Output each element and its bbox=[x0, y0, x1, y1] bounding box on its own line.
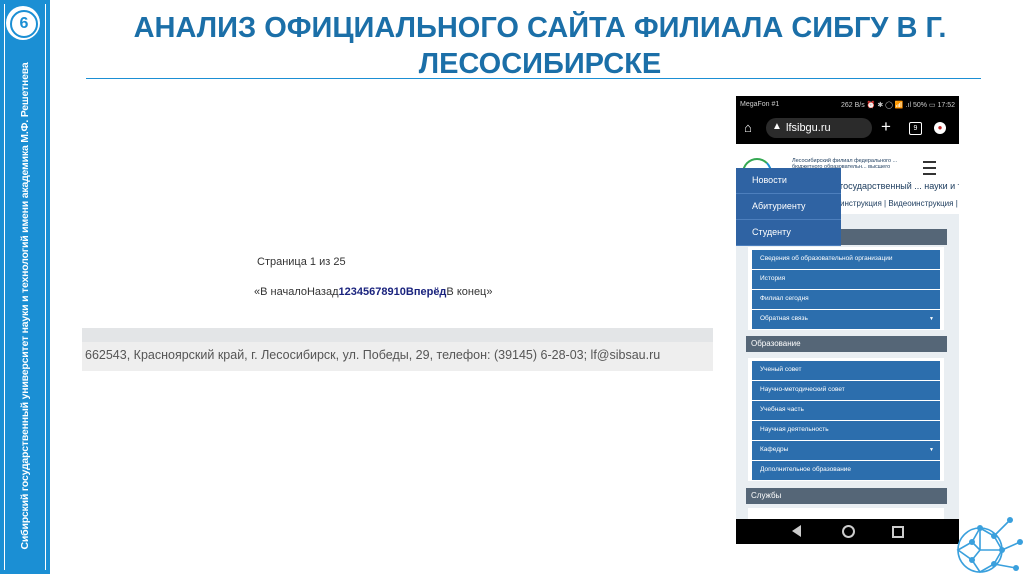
extension-icon[interactable]: ● bbox=[934, 122, 946, 134]
dropdown-item[interactable]: Абитуриенту bbox=[736, 194, 841, 220]
education-section-bar: Образование bbox=[746, 336, 947, 352]
menu-item[interactable]: Обратная связь ▼ bbox=[752, 310, 940, 329]
slide-title: АНАЛИЗ ОФИЦИАЛЬНОГО САЙТА ФИЛИАЛА СИБГУ … bbox=[133, 12, 947, 80]
status-indicators: 262 B/s ⏰ ✱ ◯ 📶 .ıl 50% ▭ 17:52 bbox=[840, 102, 955, 109]
warning-icon: ▲ bbox=[772, 121, 782, 132]
android-nav-bar bbox=[736, 519, 959, 544]
browser-toolbar: ⌂ ▲ lfsibgu.ru + 9 ● bbox=[736, 114, 959, 144]
menu-item[interactable]: Сведения об образовательной организации bbox=[752, 250, 940, 269]
dropdown-menu: Новости Абитуриенту Студенту bbox=[736, 168, 841, 246]
recent-apps-icon[interactable] bbox=[892, 526, 904, 538]
pager-close: » bbox=[486, 286, 493, 298]
menu-item-label: Научно-методический совет bbox=[760, 386, 845, 393]
caret-down-icon: ▼ bbox=[929, 447, 934, 453]
dropdown-item[interactable]: Новости bbox=[736, 168, 841, 194]
pager-first-link[interactable]: В начало bbox=[260, 286, 307, 298]
status-bar: MegaFon #1 262 B/s ⏰ ✱ ◯ 📶 .ıl 50% ▭ 17:… bbox=[736, 96, 959, 114]
menu-item[interactable]: Научно-методический совет bbox=[752, 381, 940, 400]
carrier-label: MegaFon #1 bbox=[740, 101, 780, 108]
menu-item[interactable]: Филиал сегодня bbox=[752, 290, 940, 309]
pager-pages: 12345678910 bbox=[339, 286, 406, 298]
network-decoration-icon bbox=[956, 517, 1023, 574]
education-menu: Ученый совет Научно-методический совет Уче… bbox=[748, 358, 944, 481]
pager-next-link[interactable]: Вперёд bbox=[406, 286, 447, 298]
pagination-info: Страница 1 из 25 bbox=[257, 256, 346, 268]
menu-item-label: История bbox=[760, 275, 786, 282]
menu-item[interactable]: Кафедры ▼ bbox=[752, 441, 940, 460]
phone-screenshot: MegaFon #1 262 B/s ⏰ ✱ ◯ 📶 .ıl 50% ▭ 17:… bbox=[736, 96, 959, 544]
menu-item-label: Ученый совет bbox=[760, 366, 802, 373]
site-footer: 662543, Красноярский край, г. Лесосибирс… bbox=[82, 328, 713, 371]
caret-down-icon: ▼ bbox=[929, 316, 934, 322]
menu-item-label: Филиал сегодня bbox=[760, 295, 809, 302]
menu-item-label: Научная деятельность bbox=[760, 426, 829, 433]
pager-page-link[interactable]: 10 bbox=[394, 286, 406, 298]
back-icon[interactable] bbox=[792, 525, 801, 537]
home-circle-icon[interactable] bbox=[842, 525, 855, 538]
title-divider bbox=[86, 78, 981, 79]
menu-item[interactable]: Учебная часть bbox=[752, 401, 940, 420]
university-name: Сибирский государственный университет на… bbox=[19, 62, 31, 550]
menu-item[interactable]: Ученый совет bbox=[752, 361, 940, 380]
dropdown-item[interactable]: Студенту bbox=[736, 220, 841, 246]
pager-prev-link[interactable]: Назад bbox=[307, 286, 339, 298]
new-tab-icon[interactable]: + bbox=[881, 117, 891, 137]
menu-item-label: Кафедры bbox=[760, 446, 789, 453]
sidebar-band: 6 Сибирский государственный университет … bbox=[0, 0, 50, 574]
site-viewport: Лесосибирский филиал федерального ... бю… bbox=[736, 144, 959, 519]
menu-item-label: Учебная часть bbox=[760, 406, 804, 413]
slide-number: 6 bbox=[10, 10, 38, 38]
services-menu bbox=[748, 508, 944, 519]
address-bar[interactable]: ▲ lfsibgu.ru bbox=[766, 118, 872, 138]
menu-item[interactable]: Дополнительное образование bbox=[752, 461, 940, 480]
menu-item[interactable]: Научная деятельность bbox=[752, 421, 940, 440]
menu-item[interactable]: История bbox=[752, 270, 940, 289]
menu-item-label: Сведения об образовательной организации bbox=[760, 255, 893, 262]
services-section-bar: Службы bbox=[746, 488, 947, 504]
footer-contacts: 662543, Красноярский край, г. Лесосибирс… bbox=[85, 348, 661, 362]
pagination: «В началоНазад12345678910ВперёдВ конец» bbox=[254, 286, 493, 298]
header-big-text: государственный ... науки и технологий bbox=[840, 181, 959, 191]
about-menu: Сведения об образовательной организации И… bbox=[748, 247, 944, 330]
pager-last-link[interactable]: В конец bbox=[446, 286, 486, 298]
menu-item-label: Обратная связь bbox=[760, 315, 808, 322]
tabs-button[interactable]: 9 bbox=[909, 122, 922, 135]
menu-item-label: Дополнительное образование bbox=[760, 466, 852, 473]
slide-number-badge: 6 bbox=[6, 6, 40, 40]
header-strip-text: инструкция | Видеоинструкция | ...образо… bbox=[840, 199, 959, 208]
hamburger-menu-icon[interactable] bbox=[923, 161, 936, 175]
home-icon[interactable]: ⌂ bbox=[744, 120, 752, 135]
footer-strip bbox=[82, 328, 713, 342]
url-text: lfsibgu.ru bbox=[786, 122, 831, 134]
